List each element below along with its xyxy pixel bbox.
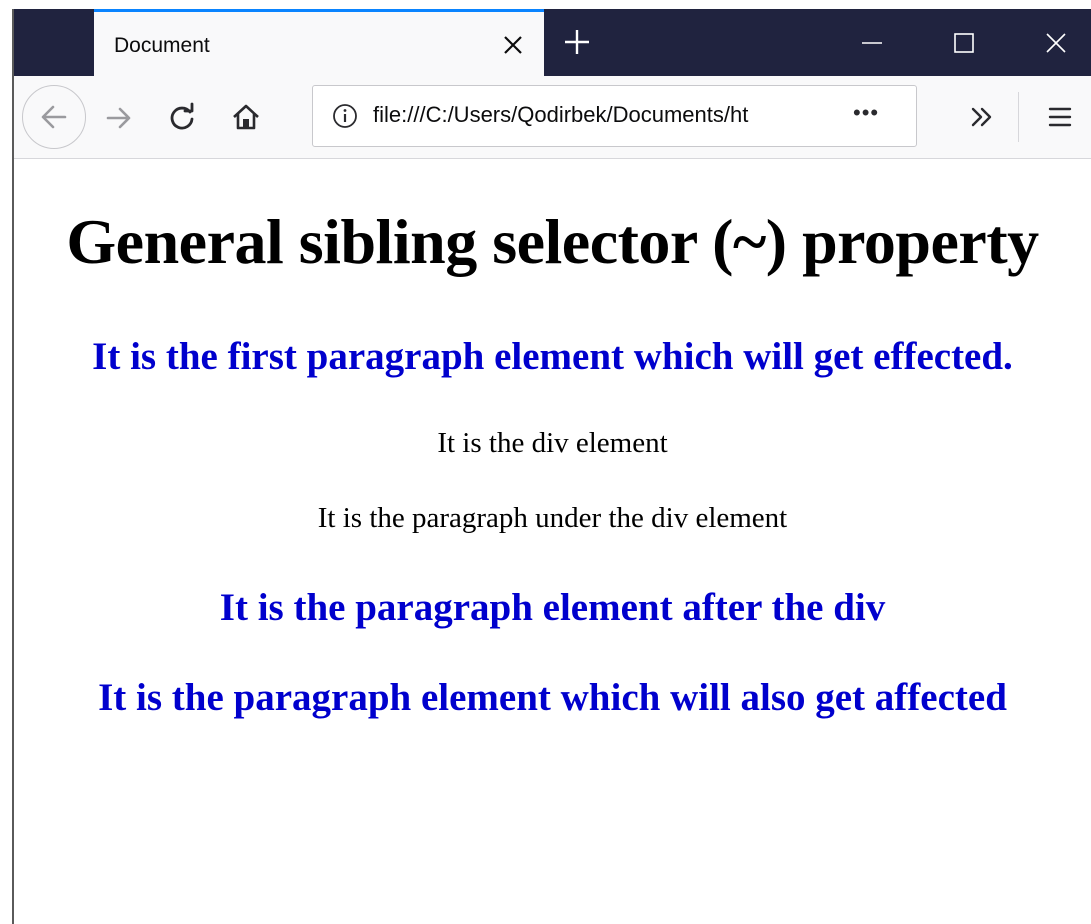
overflow-chevron-icon[interactable] [966, 101, 998, 133]
page-heading: General sibling selector (~) property [66, 206, 1039, 277]
back-arrow-icon [38, 101, 70, 133]
window-close-icon[interactable] [1040, 27, 1072, 59]
hamburger-menu-icon[interactable] [1044, 101, 1076, 133]
tab-close-icon[interactable] [500, 32, 526, 58]
home-icon[interactable] [230, 101, 262, 133]
page-content: General sibling selector (~) property It… [14, 159, 1091, 924]
after-div-paragraph: It is the paragraph element after the di… [219, 586, 886, 629]
forward-arrow-icon[interactable] [104, 102, 136, 134]
tab-document[interactable]: Document [94, 9, 544, 76]
tab-title: Document [114, 34, 210, 57]
also-affected-paragraph: It is the paragraph element which will a… [98, 676, 1007, 719]
new-tab-icon[interactable] [562, 27, 592, 57]
first-paragraph: It is the first paragraph element which … [92, 335, 1013, 378]
div-paragraph: It is the paragraph under the div elemen… [317, 502, 788, 534]
info-icon[interactable] [331, 102, 359, 130]
maximize-icon[interactable] [948, 27, 980, 59]
minimize-icon[interactable] [856, 27, 888, 59]
toolbar-separator [1018, 92, 1019, 142]
url-fade [761, 96, 811, 136]
browser-window: Document file:///C:/Users/Qodirbek/Docum… [12, 9, 1091, 924]
tab-strip: Document [14, 9, 1091, 76]
back-button[interactable] [22, 85, 86, 149]
page-actions-menu[interactable]: ••• [853, 100, 879, 126]
url-text[interactable]: file:///C:/Users/Qodirbek/Documents/ht [373, 102, 803, 128]
navigation-toolbar: file:///C:/Users/Qodirbek/Documents/ht •… [14, 76, 1091, 159]
reload-icon[interactable] [166, 101, 198, 133]
url-bar[interactable]: file:///C:/Users/Qodirbek/Documents/ht •… [312, 85, 917, 147]
div-text: It is the div element [437, 427, 668, 459]
